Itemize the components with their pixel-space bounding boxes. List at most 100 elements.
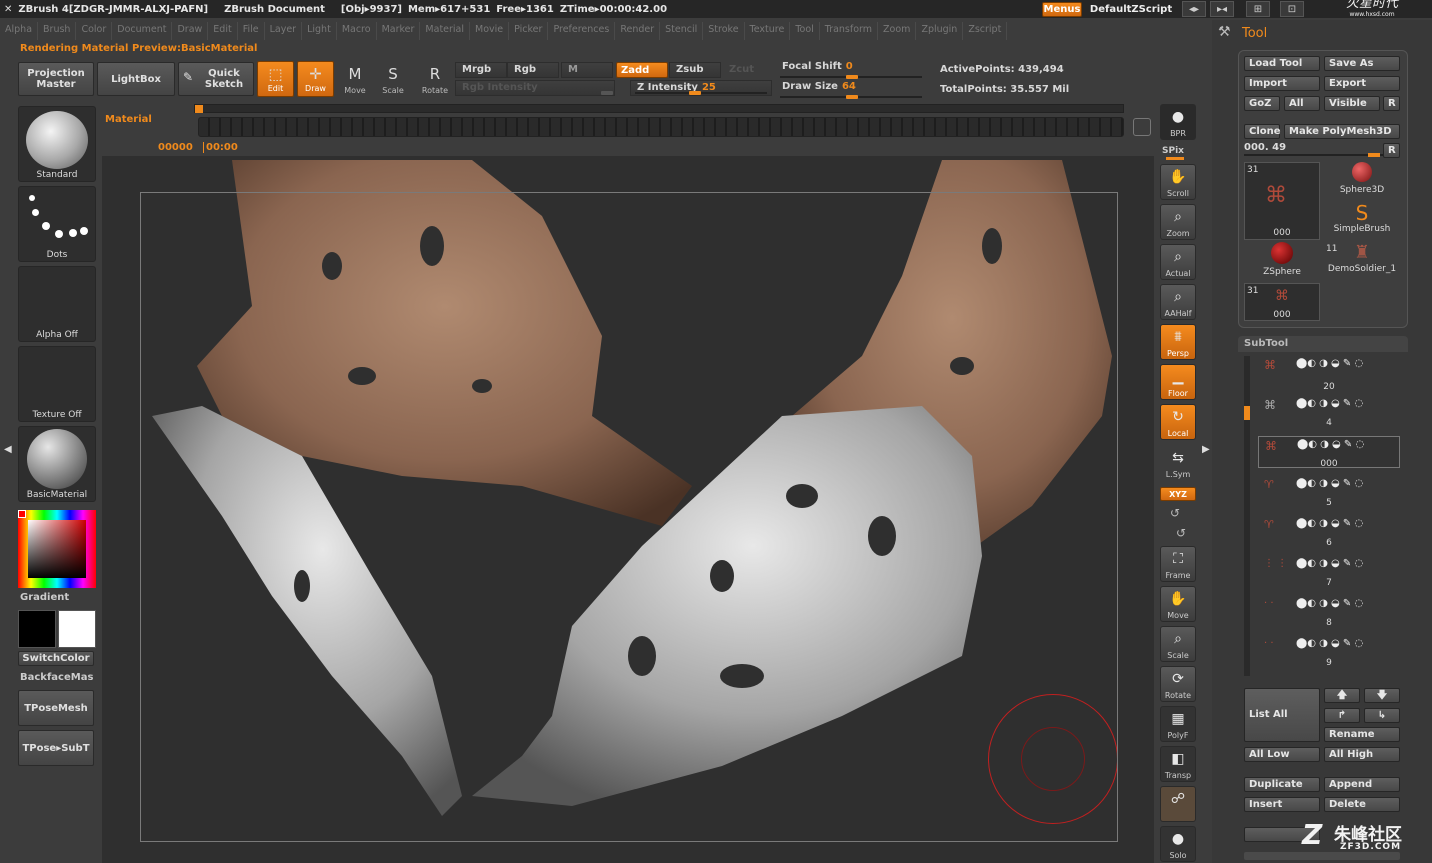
tpose-mesh-button[interactable]: TPoseMesh xyxy=(18,690,94,726)
timeline-top-track[interactable] xyxy=(194,104,1124,113)
menu-item[interactable]: File xyxy=(238,22,265,40)
draw-size-slider[interactable]: Draw Size 64 xyxy=(776,80,926,99)
color-picker-square[interactable] xyxy=(28,520,86,578)
rgb-intensity-slider[interactable]: Rgb Intensity xyxy=(455,80,615,96)
rgb-button[interactable]: Rgb xyxy=(507,62,559,78)
make-polymesh-button[interactable]: Make PolyMesh3D xyxy=(1284,124,1400,139)
draw-size-knob[interactable] xyxy=(846,95,858,99)
move-right-arrow-icon[interactable]: ↱ xyxy=(1324,708,1360,723)
tool-thumb-demosoldier[interactable]: 11 ♜ DemoSoldier_1 xyxy=(1324,242,1400,280)
y-rotate-icon[interactable]: ↺ xyxy=(1170,506,1180,520)
subtool-visibility-icon[interactable]: ⬤◐ ◑ ◒ ✎ ◌ xyxy=(1296,598,1363,609)
menu-item[interactable]: Material xyxy=(420,22,471,40)
subtool-row[interactable]: · · ⬤◐ ◑ ◒ ✎ ◌ 8 xyxy=(1258,596,1400,628)
transp-button[interactable]: ◧ Transp xyxy=(1160,746,1196,782)
menu-item[interactable]: Edit xyxy=(208,22,238,40)
layout-icon[interactable]: ⊞ xyxy=(1246,1,1270,17)
timeline-toggle[interactable] xyxy=(1133,118,1151,136)
import-button[interactable]: Import xyxy=(1244,76,1320,91)
layout-icon[interactable]: ⊡ xyxy=(1280,1,1304,17)
zsub-button[interactable]: Zsub xyxy=(669,62,721,78)
subtool-visibility-icon[interactable]: ⬤◐ ◑ ◒ ✎ ◌ xyxy=(1296,518,1363,529)
load-tool-button[interactable]: Load Tool xyxy=(1244,56,1320,71)
tool-r-button[interactable]: R xyxy=(1383,143,1400,158)
zcut-button[interactable]: Zcut xyxy=(722,62,772,78)
focal-shift-slider[interactable]: Focal Shift 0 xyxy=(776,60,926,79)
menu-item[interactable]: Zscript xyxy=(963,22,1008,40)
subtool-visibility-icon[interactable]: ⬤◐ ◑ ◒ ✎ ◌ xyxy=(1297,439,1364,450)
insert-button[interactable]: Insert xyxy=(1244,797,1320,812)
rotate-button[interactable]: R Rotate xyxy=(416,62,454,100)
list-all-button[interactable]: List All xyxy=(1244,688,1320,742)
menu-item[interactable]: Preferences xyxy=(548,22,616,40)
menus-button[interactable]: Menus xyxy=(1042,2,1082,17)
solo-button[interactable]: ● Solo xyxy=(1160,826,1196,862)
all-low-button[interactable]: All Low xyxy=(1244,747,1320,762)
move-down-right-arrow-icon[interactable]: ↳ xyxy=(1364,708,1400,723)
goz-button[interactable]: GoZ xyxy=(1244,96,1280,111)
z-intensity-knob[interactable] xyxy=(689,91,701,95)
move-down-arrow-icon[interactable]: 🡇 xyxy=(1364,688,1400,703)
rotate-view-button[interactable]: ⟳ Rotate xyxy=(1160,666,1196,702)
move-up-arrow-icon[interactable]: 🡅 xyxy=(1324,688,1360,703)
scale-button[interactable]: S Scale xyxy=(374,62,412,100)
backface-mask-label[interactable]: BackfaceMas xyxy=(20,672,93,683)
delete-button[interactable]: Delete xyxy=(1324,797,1400,812)
switch-color-button[interactable]: SwitchColor xyxy=(18,651,94,666)
rename-button[interactable]: Rename xyxy=(1324,727,1400,742)
primary-color-swatch[interactable] xyxy=(18,610,56,648)
m-button[interactable]: M xyxy=(561,62,613,78)
menu-item[interactable]: Render xyxy=(615,22,661,40)
menu-item[interactable]: Draw xyxy=(172,22,209,40)
texture-slot[interactable]: Texture Off xyxy=(18,346,96,422)
goz-all-button[interactable]: All xyxy=(1284,96,1320,111)
rgb-intensity-knob[interactable] xyxy=(601,91,613,95)
default-zscript-button[interactable]: DefaultZScript xyxy=(1084,1,1178,17)
subtool-row-selected[interactable]: ⌘ ⬤◐ ◑ ◒ ✎ ◌ 000 xyxy=(1258,436,1400,469)
spix-slider[interactable] xyxy=(1166,157,1184,160)
bpr-button[interactable]: ● BPR xyxy=(1160,104,1196,140)
subtool-row[interactable]: ⋮ ⋮ ⬤◐ ◑ ◒ ✎ ◌ 7 xyxy=(1258,556,1400,588)
menu-item[interactable]: Document xyxy=(112,22,173,40)
subtool-visibility-icon[interactable]: ⬤◐ ◑ ◒ ✎ ◌ xyxy=(1296,478,1363,489)
persp-button[interactable]: ⩩ Persp xyxy=(1160,324,1196,360)
window-arrows-icon[interactable]: ▸◂ xyxy=(1210,1,1234,17)
polyf-button[interactable]: ▦ PolyF xyxy=(1160,706,1196,742)
timeline-marker[interactable] xyxy=(195,105,203,113)
tool-thumb-sphere3d[interactable]: Sphere3D xyxy=(1324,162,1400,200)
subtool-row[interactable]: ♈ ⬤◐ ◑ ◒ ✎ ◌ 6 xyxy=(1258,516,1400,548)
subtool-row[interactable]: ♈ ⬤◐ ◑ ◒ ✎ ◌ 5 xyxy=(1258,476,1400,508)
menu-item[interactable]: Transform xyxy=(820,22,879,40)
clone-button[interactable]: Clone xyxy=(1244,124,1281,139)
move-view-button[interactable]: ✋ Move xyxy=(1160,586,1196,622)
visible-button[interactable]: Visible xyxy=(1324,96,1380,111)
tool-panel-title[interactable]: Tool xyxy=(1242,26,1267,41)
scale-view-button[interactable]: ⌕ Scale xyxy=(1160,626,1196,662)
subtool-visibility-icon[interactable]: ⬤◐ ◑ ◒ ✎ ◌ xyxy=(1296,558,1363,569)
subtool-visibility-icon[interactable]: ⬤◐ ◑ ◒ ✎ ◌ xyxy=(1296,398,1363,409)
menu-item[interactable]: Picker xyxy=(509,22,549,40)
subtool-scrollbar[interactable] xyxy=(1244,356,1250,676)
menu-item[interactable]: Zplugin xyxy=(916,22,964,40)
menu-item[interactable]: Brush xyxy=(38,22,77,40)
left-collapse-arrow-icon[interactable]: ◀ xyxy=(4,444,12,464)
zoom-button[interactable]: ⌕ Zoom xyxy=(1160,204,1196,240)
color-picker[interactable] xyxy=(18,510,96,588)
stroke-dots-slot[interactable]: Dots xyxy=(18,186,96,262)
menu-item[interactable]: Stencil xyxy=(660,22,704,40)
tool-slider-knob[interactable] xyxy=(1368,153,1380,157)
duplicate-button[interactable]: Duplicate xyxy=(1244,777,1320,792)
alpha-slot[interactable]: Alpha Off xyxy=(18,266,96,342)
ghost-button[interactable]: ☍ xyxy=(1160,786,1196,822)
menu-item[interactable]: Light xyxy=(302,22,337,40)
timeline-track[interactable] xyxy=(198,117,1124,137)
tool-thumb-wing2[interactable]: 31 ⌘ 000 xyxy=(1244,283,1320,321)
menu-item[interactable]: Layer xyxy=(265,22,303,40)
mrgb-button[interactable]: Mrgb xyxy=(455,62,507,78)
quick-sketch-button[interactable]: ✎ Quick Sketch xyxy=(178,62,254,96)
lsym-button[interactable]: ⇆ L.Sym xyxy=(1160,446,1196,482)
all-high-button[interactable]: All High xyxy=(1324,747,1400,762)
menu-item[interactable]: Zoom xyxy=(878,22,917,40)
r-button[interactable]: R xyxy=(1383,96,1400,111)
floor-button[interactable]: ▁ Floor xyxy=(1160,364,1196,400)
